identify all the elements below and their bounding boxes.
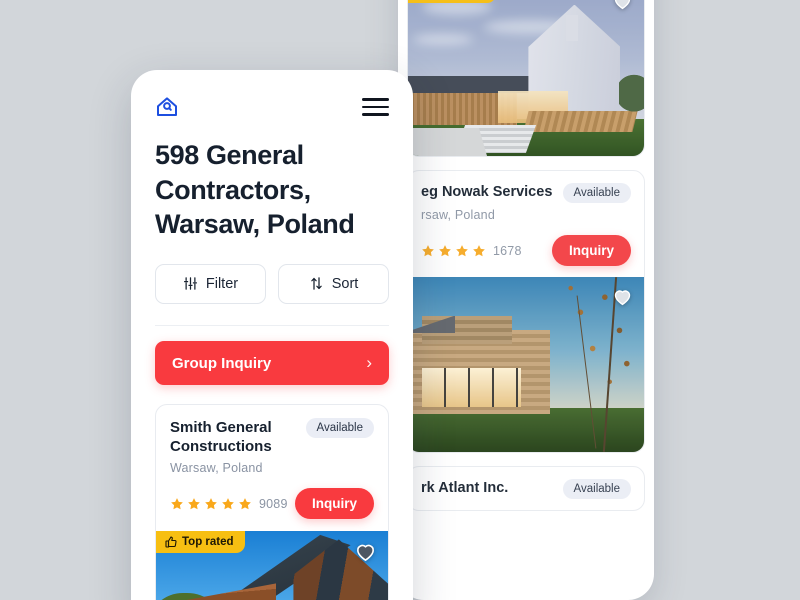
listing-location: Warsaw, Poland — [170, 461, 263, 476]
page-title: 598 General Contractors, Warsaw, Poland — [155, 140, 355, 240]
hamburger-line — [362, 98, 389, 101]
status-badge: Available — [305, 418, 374, 439]
house-person-logo-icon[interactable] — [155, 95, 179, 119]
listing-card-body: rk Atlant Inc. Available — [408, 467, 644, 510]
star-icon — [239, 498, 251, 510]
chevron-right-icon: › — [366, 353, 372, 373]
listing-name: eg Nowak Services — [421, 184, 553, 200]
listing-card-footer: 9089 Inquiry — [170, 488, 374, 520]
status-badge: Available — [562, 479, 631, 499]
star-icon — [205, 498, 217, 510]
section-divider — [155, 324, 389, 327]
screenshot-canvas: Warsaw, Poland 4769 Inquiry — [0, 0, 800, 600]
listing-card[interactable]: Smith General Constructions Available Wa… — [155, 404, 389, 600]
hamburger-line — [362, 113, 389, 116]
listing-card-header: Smith General Constructions Available — [170, 418, 374, 456]
inquiry-button[interactable]: Inquiry — [294, 488, 374, 520]
hamburger-menu-icon[interactable] — [362, 98, 389, 116]
background-listing-scroll[interactable]: Warsaw, Poland 4769 Inquiry — [407, 0, 645, 524]
star-icon — [422, 244, 434, 256]
listing-photo[interactable]: Top rated — [408, 0, 644, 156]
listing-photo[interactable]: Top rated — [156, 531, 388, 600]
star-icon — [171, 498, 183, 510]
filter-label: Filter — [205, 275, 239, 292]
inquiry-button[interactable]: Inquiry — [551, 235, 631, 266]
listing-card-header: rk Atlant Inc. Available — [421, 479, 631, 499]
status-badge: Available — [562, 183, 631, 203]
top-rated-badge: Top rated — [156, 531, 245, 554]
sort-button[interactable]: Sort — [278, 263, 389, 304]
rating-count: 9089 — [259, 496, 288, 511]
listing-card-body: eg Nowak Services Available rsaw, Poland… — [408, 171, 644, 277]
group-inquiry-label: Group Inquiry — [172, 354, 272, 372]
listing-card-body: Smith General Constructions Available Wa… — [156, 405, 388, 531]
rating-count: 1678 — [493, 243, 522, 258]
heart-icon[interactable] — [612, 286, 633, 307]
star-icon — [222, 498, 234, 510]
rating: 9089 — [170, 497, 288, 511]
hamburger-line — [362, 105, 389, 109]
heart-icon[interactable] — [612, 0, 633, 11]
listing-name: Smith General Constructions — [170, 419, 272, 456]
star-icon — [456, 244, 468, 256]
listing-name: rk Atlant Inc. — [421, 480, 509, 496]
star-icon — [188, 498, 200, 510]
top-rated-label: Top rated — [182, 536, 234, 549]
listing-card[interactable]: eg Nowak Services Available rsaw, Poland… — [407, 170, 645, 453]
background-phone-mockup: Warsaw, Poland 4769 Inquiry — [398, 0, 654, 600]
listing-card[interactable]: rk Atlant Inc. Available — [407, 466, 645, 511]
listing-photo[interactable] — [408, 277, 644, 452]
group-inquiry-button[interactable]: Group Inquiry › — [155, 341, 389, 386]
photo-scene-wooden-house — [408, 277, 644, 452]
listing-card[interactable]: Warsaw, Poland 4769 Inquiry — [407, 0, 645, 157]
listing-card-footer: 1678 Inquiry — [421, 235, 631, 266]
photo-scene-white-house — [408, 0, 644, 156]
sort-label: Sort — [331, 275, 359, 292]
heart-icon[interactable] — [354, 540, 377, 563]
star-icon — [439, 244, 451, 256]
star-icon — [473, 244, 485, 256]
sort-arrows-icon — [310, 277, 322, 290]
sliders-icon — [183, 277, 197, 290]
listing-card-header: eg Nowak Services Available — [421, 183, 631, 203]
app-top-bar — [155, 70, 389, 126]
filter-sort-row: Filter Sort — [155, 263, 389, 304]
foreground-phone-mockup: 598 General Contractors, Warsaw, Poland … — [131, 70, 413, 600]
rating: 1678 — [421, 244, 522, 258]
filter-button[interactable]: Filter — [155, 263, 266, 304]
thumbs-up-icon — [165, 536, 177, 548]
top-rated-badge: Top rated — [408, 0, 496, 3]
listing-location: rsaw, Poland — [421, 208, 495, 222]
